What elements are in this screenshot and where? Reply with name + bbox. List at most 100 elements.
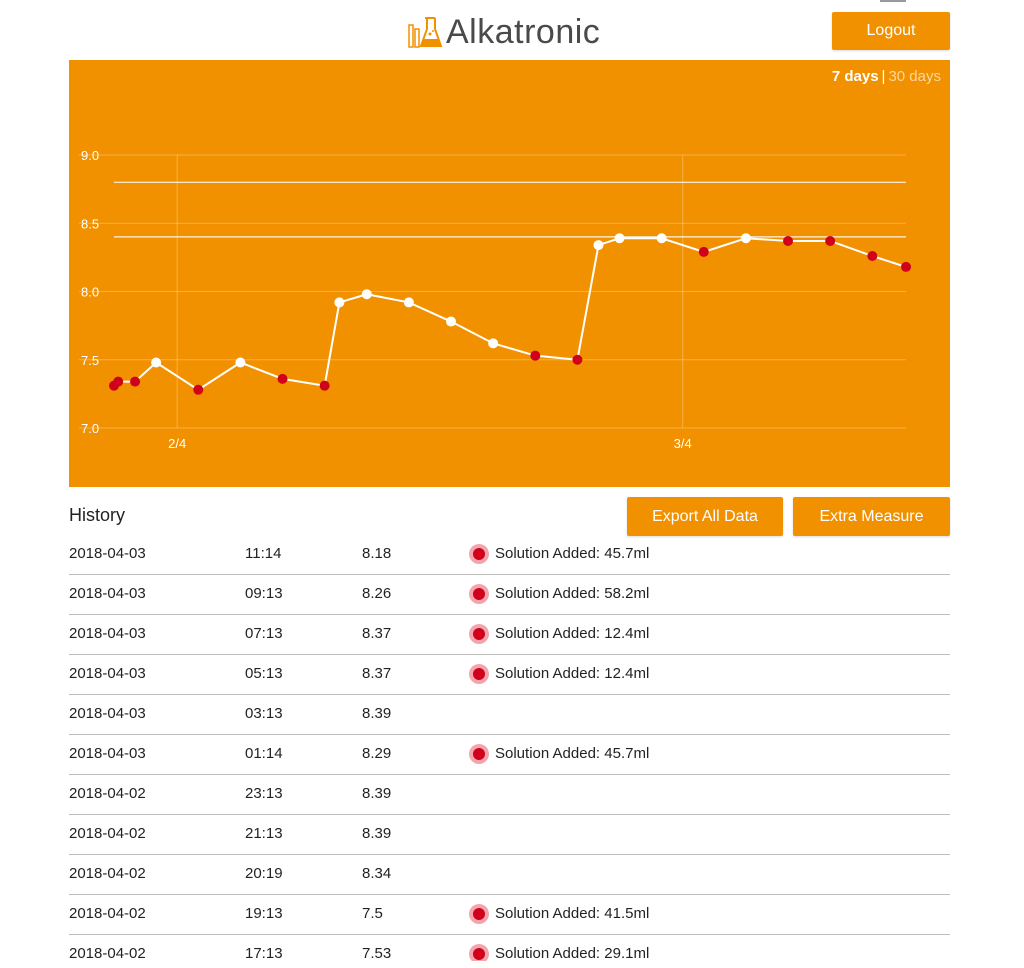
export-all-data-button[interactable]: Export All Data <box>627 497 783 536</box>
history-table: 2018-04-03 11:14 8.18 Solution Added: 45.7m… <box>69 535 950 961</box>
row-time: 05:13 <box>245 665 283 682</box>
window-edge-mark <box>880 0 906 2</box>
chart-panel: 7.0 7.5 8.0 8.5 9.0 2/4 3/4 7 days | 30 days <box>69 60 950 487</box>
history-row: 2018-04-03 01:14 8.29 Solution Added: 45.7m… <box>69 735 950 775</box>
row-time: 09:13 <box>245 585 283 602</box>
row-date: 2018-04-03 <box>69 705 146 722</box>
dosed-point <box>130 376 141 387</box>
range-separator: | <box>881 68 886 85</box>
row-value: 8.37 <box>362 665 392 682</box>
y-tick-label: 7.5 <box>81 353 99 368</box>
row-value: 8.37 <box>362 625 392 642</box>
range-toggle: 7 days | 30 days <box>832 68 941 85</box>
row-date: 2018-04-03 <box>69 585 146 602</box>
ph-point <box>334 297 345 308</box>
dosed-point <box>319 380 330 391</box>
row-value: 8.39 <box>362 785 392 802</box>
row-note: Solution Added: 45.7ml <box>469 735 649 773</box>
ph-point <box>403 297 414 308</box>
app-header: Alkatronic Logout <box>0 0 1024 60</box>
extra-measure-button[interactable]: Extra Measure <box>793 497 950 536</box>
row-date: 2018-04-03 <box>69 745 146 762</box>
row-time: 07:13 <box>245 625 283 642</box>
history-row: 2018-04-03 05:13 8.37 Solution Added: 12.4m… <box>69 655 950 695</box>
ph-point <box>656 233 667 244</box>
row-time: 01:14 <box>245 745 283 762</box>
row-note-text: Solution Added: 45.7ml <box>495 745 650 762</box>
ph-point <box>614 233 625 244</box>
dosed-point <box>193 384 204 395</box>
row-note-text: Solution Added: 41.5ml <box>495 905 650 922</box>
history-row: 2018-04-03 11:14 8.18 Solution Added: 45.7m… <box>69 535 950 575</box>
history-row: 2018-04-03 09:13 8.26 Solution Added: 58.2m… <box>69 575 950 615</box>
history-row: 2018-04-03 03:13 8.39 <box>69 695 950 735</box>
solution-added-icon <box>473 748 485 760</box>
ph-point <box>235 357 246 368</box>
row-date: 2018-04-02 <box>69 945 146 961</box>
dosed-point <box>530 350 541 361</box>
ph-series-line <box>113 237 907 391</box>
row-note: Solution Added: 45.7ml <box>469 535 649 573</box>
row-note: Solution Added: 29.1ml <box>469 935 649 961</box>
dosed-point <box>698 246 709 257</box>
history-row: 2018-04-02 21:13 8.39 <box>69 815 950 855</box>
dosed-point <box>783 235 794 246</box>
row-time: 03:13 <box>245 705 283 722</box>
row-note-text: Solution Added: 12.4ml <box>495 625 650 642</box>
ph-point <box>151 357 162 368</box>
range-7-days-link[interactable]: 7 days <box>832 68 879 85</box>
solution-added-icon <box>473 668 485 680</box>
x-tick-label: 3/4 <box>674 436 692 451</box>
row-time: 21:13 <box>245 825 283 842</box>
row-date: 2018-04-03 <box>69 665 146 682</box>
row-note: Solution Added: 58.2ml <box>469 575 649 613</box>
history-row: 2018-04-03 07:13 8.37 Solution Added: 12.4m… <box>69 615 950 655</box>
row-value: 7.53 <box>362 945 392 961</box>
solution-added-icon <box>473 548 485 560</box>
row-value: 8.34 <box>362 865 392 882</box>
row-date: 2018-04-02 <box>69 865 146 882</box>
solution-added-icon <box>473 628 485 640</box>
dosed-point <box>867 251 878 262</box>
ph-point <box>593 240 604 251</box>
row-value: 8.39 <box>362 705 392 722</box>
ph-point <box>361 289 372 300</box>
history-title: History <box>69 505 126 525</box>
row-value: 7.5 <box>362 905 383 922</box>
ph-point <box>446 316 457 327</box>
logout-button[interactable]: Logout <box>832 12 950 50</box>
app-title: Alkatronic <box>446 13 601 51</box>
row-date: 2018-04-02 <box>69 825 146 842</box>
solution-added-icon <box>473 588 485 600</box>
y-tick-label: 9.0 <box>81 148 99 163</box>
flask-icon <box>408 17 443 48</box>
row-date: 2018-04-03 <box>69 545 146 562</box>
row-time: 11:14 <box>245 545 282 562</box>
y-tick-label: 8.5 <box>81 216 99 231</box>
x-tick-label: 2/4 <box>168 436 186 451</box>
row-date: 2018-04-03 <box>69 625 146 642</box>
app-logo: Alkatronic <box>408 14 600 50</box>
dosed-point <box>277 373 288 384</box>
history-row: 2018-04-02 23:13 8.39 <box>69 775 950 815</box>
ph-chart: 7.0 7.5 8.0 8.5 9.0 2/4 3/4 <box>79 148 911 451</box>
history-row: 2018-04-02 20:19 8.34 <box>69 855 950 895</box>
row-note-text: Solution Added: 58.2ml <box>495 585 650 602</box>
y-tick-label: 8.0 <box>81 285 99 300</box>
range-30-days-link[interactable]: 30 days <box>888 68 941 85</box>
ph-point <box>488 338 499 349</box>
row-time: 20:19 <box>245 865 283 882</box>
row-note: Solution Added: 12.4ml <box>469 615 649 653</box>
dosed-point <box>572 354 583 365</box>
solution-added-icon <box>473 908 485 920</box>
row-note: Solution Added: 12.4ml <box>469 655 649 693</box>
history-row: 2018-04-02 17:13 7.53 Solution Added: 29.1m… <box>69 935 950 961</box>
row-note-text: Solution Added: 12.4ml <box>495 665 650 682</box>
row-value: 8.26 <box>362 585 392 602</box>
history-row: 2018-04-02 19:13 7.5 Solution Added: 41.5ml <box>69 895 950 935</box>
row-value: 8.39 <box>362 825 392 842</box>
solution-added-icon <box>473 948 485 960</box>
dosed-point <box>113 376 124 387</box>
row-date: 2018-04-02 <box>69 785 146 802</box>
row-time: 19:13 <box>245 905 283 922</box>
